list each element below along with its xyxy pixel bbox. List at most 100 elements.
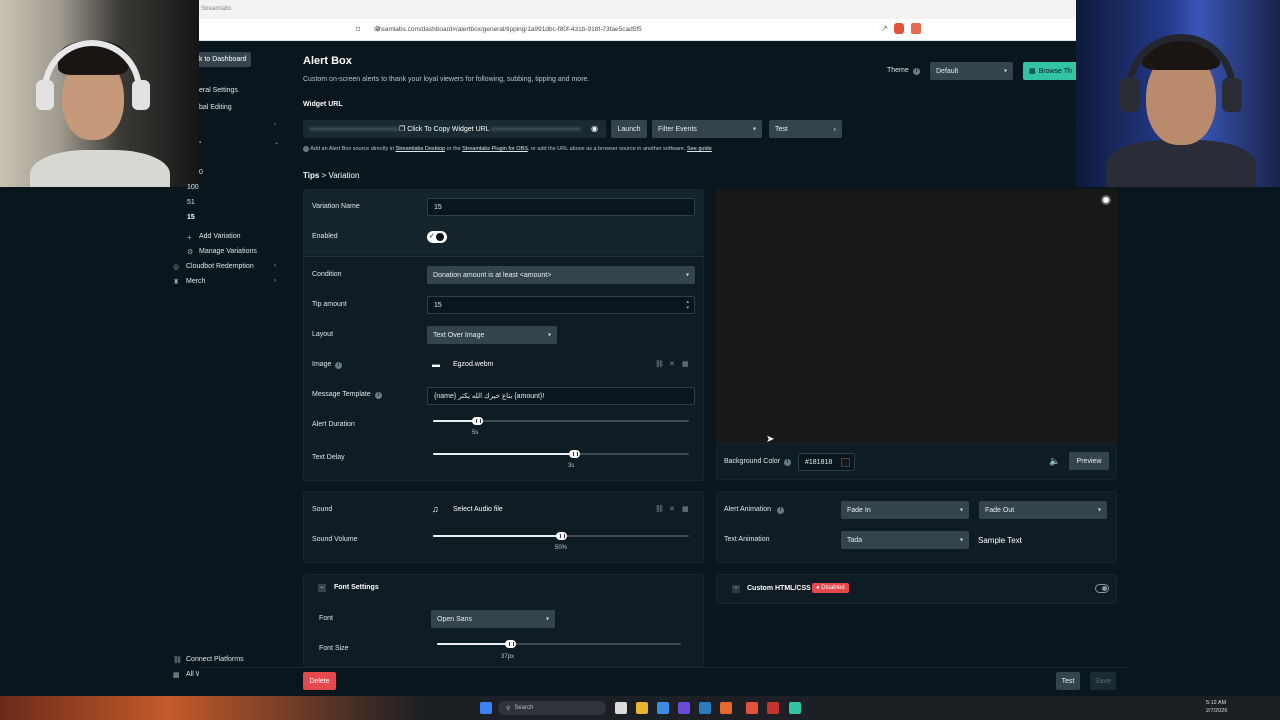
theme-select[interactable]: Default ▾ — [930, 62, 1013, 80]
layout-select[interactable]: Text Over Image ▾ — [427, 326, 557, 344]
chevron-right-icon[interactable]: › — [274, 122, 276, 128]
close-icon[interactable]: ✕ — [669, 505, 675, 513]
tip-amount-label: Tip amount — [312, 301, 347, 308]
sidebar-variation-15[interactable]: 15 — [187, 214, 195, 221]
chevron-right-icon[interactable]: › — [274, 278, 276, 284]
font-size-slider[interactable] — [437, 640, 681, 648]
variation-name-input[interactable]: 15 — [427, 198, 695, 216]
blurred-url — [491, 127, 581, 131]
browse-themes-button[interactable]: ▦ Browse Th — [1023, 62, 1076, 80]
share-icon[interactable]: ↗ — [881, 24, 888, 33]
image-file-field[interactable]: ▬ Egzod.webm ⛓ ✕ ▦ — [427, 356, 695, 374]
font-label: Font — [319, 615, 334, 622]
breadcrumb-tips[interactable]: Tips — [303, 171, 319, 180]
bg-color-input[interactable]: #181818 — [798, 453, 855, 471]
add-variation-link[interactable]: Add Variation — [199, 233, 241, 240]
save-button[interactable]: Save — [1090, 672, 1116, 690]
test-dropdown-button[interactable]: Test › — [769, 120, 842, 138]
launch-button[interactable]: Launch — [611, 120, 647, 138]
app-icon[interactable] — [767, 702, 779, 714]
font-select[interactable]: Open Sans ▾ — [431, 610, 555, 628]
widget-url-field[interactable]: ❐ Click To Copy Widget URL ◉ — [303, 120, 606, 138]
widget-help-text: i Add an Alert Box source directly in St… — [303, 146, 712, 152]
copy-url-label[interactable]: ❐ Click To Copy Widget URL — [399, 125, 490, 133]
expand-icon[interactable]: + — [732, 585, 740, 593]
steam-icon[interactable] — [699, 702, 711, 714]
action-bar — [199, 667, 1129, 696]
font-size-value: 37px — [501, 654, 515, 660]
sample-text: Sample Text — [978, 536, 1022, 545]
chevron-down-icon[interactable]: ⌄ — [274, 139, 279, 146]
info-icon: i — [303, 146, 309, 152]
sidebar-item-global-editing[interactable]: bal Editing — [199, 104, 232, 111]
preview-button[interactable]: Preview — [1069, 452, 1109, 470]
sidebar-item-merch[interactable]: Merch — [186, 278, 205, 285]
condition-select[interactable]: Donation amount is at least <amount> ▾ — [427, 266, 695, 284]
file-explorer-icon[interactable] — [636, 702, 648, 714]
collapse-icon[interactable]: − — [318, 584, 326, 592]
fullscreen-icon[interactable] — [1101, 195, 1111, 205]
windows-start-icon[interactable] — [480, 702, 492, 714]
info-icon: i — [777, 507, 784, 514]
alert-duration-slider[interactable] — [433, 417, 689, 425]
cloudbot-icon: ◎ — [173, 264, 180, 271]
sidebar-variation-51[interactable]: 51 — [187, 199, 195, 206]
chevron-down-icon: ▾ — [1003, 68, 1007, 75]
see-guide-link[interactable]: See guide — [687, 146, 712, 152]
enabled-toggle[interactable]: ✓ — [427, 231, 447, 243]
sound-file-field[interactable]: ♫ Select Audio file ⛓ ✕ ▦ — [427, 501, 695, 519]
brave-shield-icon[interactable] — [894, 23, 904, 34]
test-button[interactable]: Test — [1056, 672, 1080, 690]
chevron-down-icon: ▾ — [547, 332, 551, 339]
text-animation-label: Text Animation — [724, 536, 770, 543]
font-size-label: Font Size — [319, 645, 349, 652]
taskbar-search[interactable]: ⚲ Search — [498, 701, 606, 715]
alert-in-select[interactable]: Fade In ▾ — [841, 501, 969, 519]
desktop-link[interactable]: Streamlabs Desktop — [396, 146, 446, 152]
obs-plugin-link[interactable]: Streamlabs Plugin for OBS — [462, 146, 528, 152]
volume-icon[interactable]: 🔈 — [1049, 456, 1060, 467]
taskbar-time[interactable]: 5:12 AM — [1206, 700, 1226, 706]
eye-icon[interactable]: ◉ — [591, 124, 598, 133]
delete-button[interactable]: Delete — [303, 672, 336, 690]
app-icon[interactable] — [720, 702, 732, 714]
connect-platforms-link[interactable]: Connect Platforms — [186, 656, 244, 663]
font-settings-title[interactable]: Font Settings — [334, 584, 379, 591]
sidebar-variation-0[interactable]: 0 — [199, 169, 203, 176]
text-animation-select[interactable]: Tada ▾ — [841, 531, 969, 549]
manage-variations-link[interactable]: Manage Variations — [199, 248, 257, 255]
url-text[interactable]: streamlabs.com/dashboard#/alertbox/gener… — [374, 26, 642, 33]
streamlabs-icon[interactable] — [789, 702, 801, 714]
sidebar-item-cloudbot[interactable]: Cloudbot Redemption — [186, 263, 254, 270]
gallery-icon[interactable]: ▦ — [682, 505, 689, 513]
browser-tab[interactable]: Streamlabs — [201, 6, 231, 12]
chevron-right-icon[interactable]: › — [274, 263, 276, 269]
text-delay-slider[interactable] — [433, 450, 689, 458]
link-icon[interactable]: ⛓ — [655, 360, 664, 368]
custom-html-toggle[interactable] — [1095, 584, 1109, 593]
close-icon[interactable]: ✕ — [669, 360, 675, 368]
slider-handle — [568, 450, 580, 458]
rewards-icon[interactable] — [911, 23, 921, 34]
back-to-dashboard-button[interactable]: k to Dashboard — [199, 52, 251, 67]
tip-amount-input[interactable]: 15 ▴ ▾ — [427, 296, 695, 314]
sidebar-variation-100[interactable]: 100 — [187, 184, 199, 191]
alert-duration-value: 5s — [472, 430, 479, 436]
alert-out-select[interactable]: Fade Out ▾ — [979, 501, 1107, 519]
sidebar-item-general-settings[interactable]: eral Settings — [199, 87, 238, 94]
grid-icon: ▦ — [173, 672, 180, 679]
chevron-right-icon: › — [833, 124, 836, 134]
gallery-icon[interactable]: ▦ — [682, 360, 689, 368]
sound-volume-slider[interactable] — [433, 532, 689, 540]
link-icon[interactable]: ⛓ — [655, 505, 664, 513]
custom-html-title[interactable]: Custom HTML/CSS — [747, 585, 811, 592]
message-template-input[interactable]: {name} بتاع خيرك الله يكثر {amount}! — [427, 387, 695, 405]
brave-icon[interactable] — [746, 702, 758, 714]
app-icon[interactable] — [678, 702, 690, 714]
taskbar-date[interactable]: 2/7/2026 — [1206, 708, 1227, 714]
task-view-icon[interactable] — [615, 702, 627, 714]
color-swatch — [841, 458, 850, 467]
store-icon[interactable] — [657, 702, 669, 714]
filter-events-select[interactable]: Filter Events ▾ — [652, 120, 762, 138]
bookmark-icon[interactable]: ⌑ — [356, 25, 360, 34]
